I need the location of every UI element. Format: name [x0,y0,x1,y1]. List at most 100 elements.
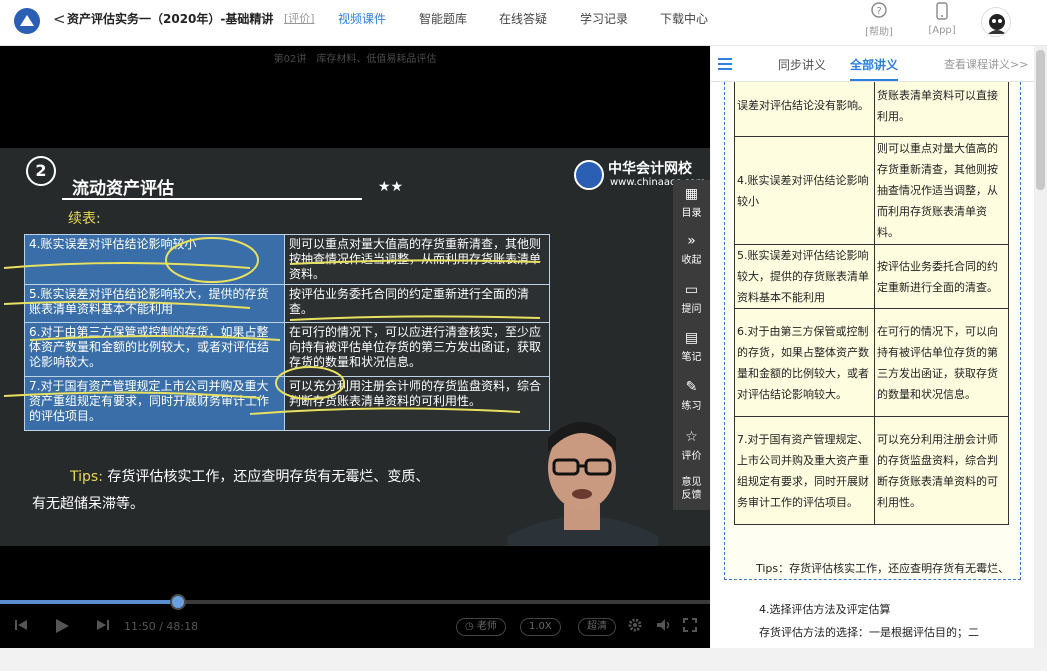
avatar-icon [988,14,1006,34]
phone-icon [936,2,948,20]
tool-label: 笔记 [681,352,702,363]
review-link[interactable]: [评价] [284,11,315,27]
table-cell: 可以充分利用注册会计师的存货监盘资料，综合判断存货账表清单资料的可利用性。 [874,416,1009,525]
video-side-toolbar: ▦ 目录 » 收起 ▭ 提问 ▤ 笔记 ✎ 练习 ☆ 评价 意见反馈 [673,180,710,510]
table-cell: 则可以重点对量大值高的存货重新清查，其他则按抽查情况作适当调整，从而利用存货账表… [874,136,1009,245]
quality-button[interactable]: 超清 [578,618,616,636]
table-cell: 7.对于国有资产管理规定、上市公司并购及重大资产重组规定有要求，同时开展财务审计… [734,416,875,525]
tool-label: 评价 [681,451,702,462]
speed-button[interactable]: 1.0X [520,618,561,636]
annotation-scribbles [3,237,541,415]
table-row: 5.账实误差对评估结论影响较大，提供的存货账表清单资料基本不能利用 按评估业务委… [734,244,1009,309]
menu-icon[interactable] [718,58,732,70]
nav-download[interactable]: 下载中心 [660,11,708,27]
scrollbar-thumb[interactable] [1036,50,1045,190]
next-section-text: 存货评估方法的选择：一是根据评估目的；二 [759,626,979,639]
progress-bar[interactable] [0,594,710,610]
tool-label: 意见反馈 [681,477,702,501]
app-label: [App] [928,25,956,36]
handout-tabs: 同步讲义 全部讲义 查看课程讲义>> [711,46,1034,82]
next-icon[interactable] [96,618,110,636]
fullscreen-icon[interactable] [683,618,697,636]
volume-icon[interactable] [656,618,672,636]
progress-fill [0,600,178,604]
grid-icon: ▦ [684,186,699,202]
teacher-toggle[interactable]: ◷ 老师 [456,618,506,636]
time-current: 11:50 [124,620,156,633]
brand-logo-icon [574,160,604,190]
table-cell: 误差对评估结论没有影响。 [734,82,875,137]
nav-online-qa[interactable]: 在线答疑 [499,11,547,27]
slide-number: 2 [26,156,56,186]
table-cell: 6.对于由第三方保管或控制的存货，如果占整体资产数量和金额的比例较大，或者对评估… [734,308,875,417]
star-icon: ☆ [685,429,698,445]
active-tab-indicator [850,79,898,81]
app-root: < 资产评估实务一（2020年）-基础精讲 [评价] 视频课件 智能题库 在线答… [0,0,1047,671]
nav-video[interactable]: 视频课件 [338,11,386,27]
footer-bar [0,648,1047,671]
table-row: 4.账实误差对评估结论影响较小 则可以重点对量大值高的存货重新清查，其他则按抽查… [734,136,1009,245]
tool-label: 目录 [681,208,702,219]
help-icon: ? [871,2,887,18]
presenter-image [507,422,659,546]
handout-tips: Tips：存货评估核实工作，还应查明存货有无霉烂、变质、毁损，有无超储呆滞等。 [756,562,1010,575]
lesson-title: 第02讲 库存材料、低值易耗品评估 [273,54,437,65]
site-logo[interactable] [14,8,40,34]
tool-practice[interactable]: ✎ 练习 [673,373,710,419]
time-display: 11:50 / 48:18 [124,620,198,633]
brand-name: 中华会计网校 [608,161,692,177]
nav-study-record[interactable]: 学习记录 [580,11,628,27]
slide-tips-line2: 有无超储呆滞等。 [32,496,144,512]
video-player[interactable]: 第02讲 库存材料、低值易耗品评估 2 流动资产评估 ★★ 中华会计网校 www… [0,46,710,648]
tool-label: 提问 [681,304,702,315]
tool-feedback[interactable]: 意见反馈 [673,472,710,518]
tool-rate[interactable]: ☆ 评价 [673,423,710,469]
table-row: 7.对于国有资产管理规定、上市公司并购及重大资产重组规定有要求，同时开展财务审计… [734,416,1009,525]
tab-all-handout[interactable]: 全部讲义 [850,57,898,73]
table-cell: 按评估业务委托合同的约定重新进行全面的清查。 [874,244,1009,309]
slide-stars: ★★ [378,179,404,195]
time-total: 48:18 [166,620,199,633]
control-bar: 11:50 / 48:18 ◷ 老师 1.0X 超清 [0,608,710,648]
next-section-heading: 4.选择评估方法及评定估算 [759,603,891,616]
table-cell: 货账表清单资料可以直接利用。 [874,82,1009,137]
handout-content: 误差对评估结论没有影响。 货账表清单资料可以直接利用。 4.账实误差对评估结论影… [724,82,1021,580]
slide-subtitle: 续表: [68,211,101,227]
svg-text:?: ? [876,6,881,17]
gear-icon[interactable] [628,618,642,636]
play-icon[interactable] [54,618,70,638]
handout-table: 误差对评估结论没有影响。 货账表清单资料可以直接利用。 4.账实误差对评估结论影… [734,82,1009,525]
practice-icon: ✎ [685,379,698,395]
tool-collapse[interactable]: » 收起 [673,227,710,273]
back-icon[interactable]: < [53,9,66,29]
help-button[interactable]: ? [帮助] [859,2,899,38]
teacher-icon: ◷ [465,621,474,632]
nav-question-bank[interactable]: 智能题库 [419,11,467,27]
tab-sync-handout[interactable]: 同步讲义 [778,57,826,73]
page-scrollbar[interactable] [1034,46,1047,648]
tool-label: 练习 [681,401,702,412]
table-row: 6.对于由第三方保管或控制的存货，如果占整体资产数量和金额的比例较大，或者对评估… [734,308,1009,417]
tool-note[interactable]: ▤ 笔记 [673,324,710,370]
slide-heading-underline [62,198,362,200]
logo-icon [20,15,34,26]
collapse-icon: » [687,233,696,249]
app-button[interactable]: [App] [922,2,962,36]
slide-heading: 流动资产评估 [72,179,174,199]
table-cell: 在可行的情况下，可以向持有被评估单位存货的第三方发出函证，获取存货的数量和状况信… [874,308,1009,417]
tool-catalog[interactable]: ▦ 目录 [673,180,710,226]
table-row: 误差对评估结论没有影响。 货账表清单资料可以直接利用。 [734,82,1009,137]
teacher-label: 老师 [476,621,497,632]
user-avatar[interactable] [981,7,1011,37]
question-icon: ▭ [684,282,699,298]
table-cell: 5.账实误差对评估结论影响较大，提供的存货账表清单资料基本不能利用 [734,244,875,309]
tool-question[interactable]: ▭ 提问 [673,276,710,322]
top-bar: < 资产评估实务一（2020年）-基础精讲 [评价] 视频课件 智能题库 在线答… [0,0,1047,46]
time-separator: / [159,620,163,633]
table-cell: 4.账实误差对评估结论影响较小 [734,136,875,245]
view-handout-link[interactable]: 查看课程讲义>> [944,57,1028,73]
note-icon: ▤ [684,330,699,346]
previous-icon[interactable] [14,618,28,636]
lecture-slide: 2 流动资产评估 ★★ 中华会计网校 www.chinaacc.com 续表: … [0,148,710,546]
handout-panel: 同步讲义 全部讲义 查看课程讲义>> 误差对评估结论没有影响。 货账表清单资料可… [711,46,1034,648]
